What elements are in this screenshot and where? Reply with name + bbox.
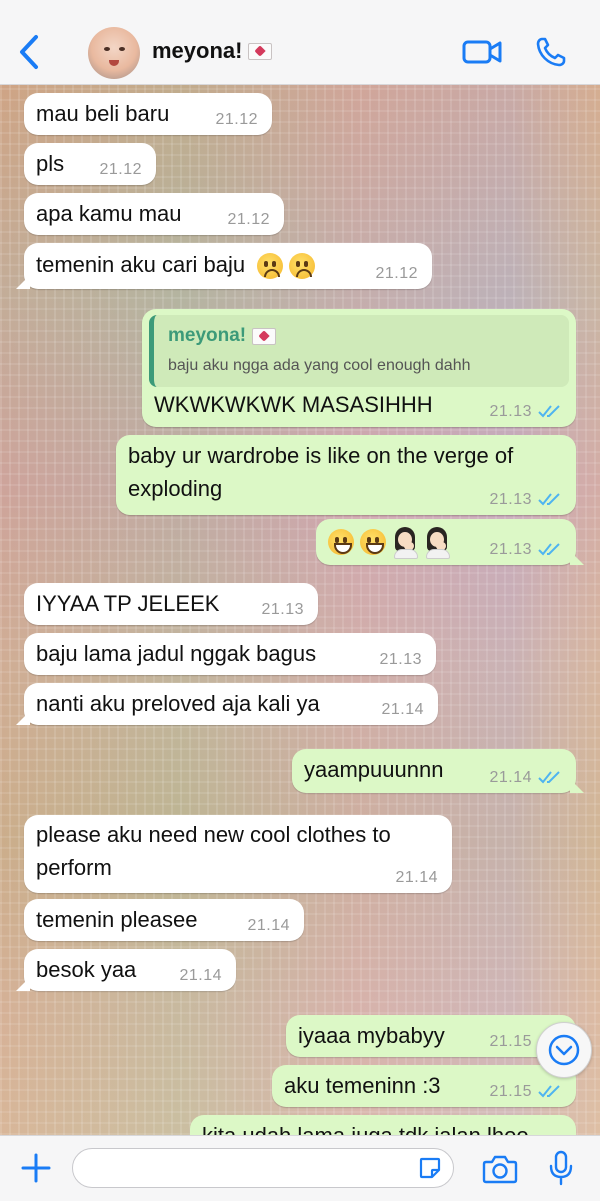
message-outgoing[interactable]: kita udah lama juga tdk jalan lhoo [190, 1115, 576, 1135]
message-outgoing-emoji[interactable]: 21.13 [316, 519, 584, 565]
chevron-down-icon [548, 1034, 580, 1066]
read-ticks-icon [538, 493, 560, 506]
grinning-face-emoji [328, 529, 354, 556]
woman-facepalming-emoji [392, 527, 418, 560]
message-incoming[interactable]: pls 21.12 [24, 143, 156, 185]
message-outgoing[interactable]: aku temeninn :3 21.15 [272, 1065, 576, 1107]
message-time: 21.13 [261, 601, 304, 618]
message-time: 21.12 [99, 161, 142, 178]
bubble-tail [570, 551, 584, 565]
message-time: 21.13 [489, 491, 532, 508]
message-text: WKWKWKWK MASASIHHH [154, 392, 433, 417]
read-ticks-icon [538, 405, 560, 418]
message-text: mau beli baru [36, 101, 170, 126]
camera-icon[interactable] [482, 1154, 518, 1184]
read-ticks-icon [538, 543, 560, 556]
bubble-tail [570, 779, 584, 793]
message-text-line2: exploding [128, 476, 223, 501]
message-text: aku temeninn :3 [284, 1073, 441, 1098]
quoted-message[interactable]: meyona! baju aku ngga ada yang cool enou… [149, 315, 569, 387]
message-time: 21.13 [489, 541, 532, 558]
message-outgoing[interactable]: iyaaa mybabyy 21.15 [286, 1015, 576, 1057]
message-text: IYYAA TP JELEEK [36, 591, 220, 616]
message-time: 21.14 [247, 917, 290, 934]
message-text: besok yaa [36, 957, 137, 982]
phone-icon[interactable] [535, 36, 567, 68]
bubble-tail [16, 275, 30, 289]
scroll-to-bottom-button[interactable] [536, 1022, 592, 1078]
read-ticks-icon [538, 1085, 560, 1098]
chat-area[interactable]: mau beli baru 21.12 pls 21.12 apa kamu m… [0, 85, 600, 1135]
message-incoming[interactable]: baju lama jadul nggak bagus 21.13 [24, 633, 436, 675]
message-outgoing[interactable]: yaampuuunnn 21.14 [292, 749, 584, 793]
grinning-face-emoji [360, 529, 386, 556]
message-time: 21.15 [489, 1083, 532, 1100]
message-time: 21.12 [215, 111, 258, 128]
message-incoming[interactable]: apa kamu mau 21.12 [24, 193, 284, 235]
sticker-icon[interactable] [418, 1156, 442, 1180]
message-incoming[interactable]: mau beli baru 21.12 [24, 93, 272, 135]
message-time: 21.14 [395, 869, 438, 886]
message-text-line1: baby ur wardrobe is like on the verge of [128, 443, 514, 468]
message-incoming[interactable]: nanti aku preloved aja kali ya 21.14 [16, 683, 438, 725]
message-input[interactable] [72, 1148, 454, 1188]
contact-name-text[interactable]: meyona! [152, 38, 242, 64]
message-outgoing-reply[interactable]: meyona! baju aku ngga ada yang cool enou… [142, 309, 576, 427]
message-incoming[interactable]: temenin aku cari baju 21.12 [16, 243, 432, 289]
message-text: pls [36, 151, 65, 176]
message-time: 21.12 [227, 211, 270, 228]
avatar[interactable] [88, 27, 140, 79]
contact-name[interactable]: meyona! [152, 38, 273, 64]
bubble-tail [16, 977, 30, 991]
message-incoming[interactable]: please aku need new cool clothes to perf… [24, 815, 452, 893]
frowning-face-emoji [257, 253, 284, 280]
message-time: 21.14 [381, 701, 424, 718]
quoted-author: meyona! [168, 325, 277, 347]
message-text: temenin aku cari baju [36, 248, 321, 282]
envelope-heart-icon [248, 42, 273, 60]
read-ticks-icon [538, 771, 560, 784]
back-chevron-icon[interactable] [14, 34, 44, 70]
message-text: apa kamu mau [36, 201, 182, 226]
message-time: 21.14 [489, 769, 532, 786]
message-time: 21.13 [379, 651, 422, 668]
message-text: iyaaa mybabyy [298, 1023, 445, 1048]
message-time: 21.15 [489, 1033, 532, 1050]
message-text: yaampuuunnn [304, 757, 444, 782]
message-outgoing[interactable]: baby ur wardrobe is like on the verge of… [116, 435, 576, 515]
message-text-line1: please aku need new cool clothes to [36, 822, 391, 847]
message-text-content: temenin aku cari baju [36, 252, 246, 277]
plus-icon[interactable] [20, 1152, 52, 1184]
quoted-text: baju aku ngga ada yang cool enough dahh [168, 357, 471, 374]
frowning-face-emoji [289, 253, 316, 280]
microphone-icon[interactable] [548, 1150, 574, 1186]
message-incoming[interactable]: IYYAA TP JELEEK 21.13 [24, 583, 318, 625]
chat-header: meyona! [0, 0, 600, 85]
bubble-tail [16, 711, 30, 725]
composer-bar [0, 1135, 600, 1201]
woman-facepalming-emoji [424, 527, 450, 560]
quoted-author-name: meyona! [168, 325, 247, 346]
video-camera-icon[interactable] [462, 38, 502, 66]
message-time: 21.13 [489, 403, 532, 420]
message-incoming[interactable]: temenin pleasee 21.14 [24, 899, 304, 941]
message-time: 21.14 [179, 967, 222, 984]
message-text: nanti aku preloved aja kali ya [36, 691, 320, 716]
message-emoji [328, 524, 456, 560]
message-text: baju lama jadul nggak bagus [36, 641, 317, 666]
message-text-line2: perform [36, 855, 112, 880]
message-incoming[interactable]: besok yaa 21.14 [16, 949, 236, 991]
message-time: 21.12 [375, 265, 418, 282]
envelope-heart-icon [252, 327, 277, 345]
message-text: temenin pleasee [36, 907, 198, 932]
message-text: kita udah lama juga tdk jalan lhoo [202, 1119, 529, 1135]
